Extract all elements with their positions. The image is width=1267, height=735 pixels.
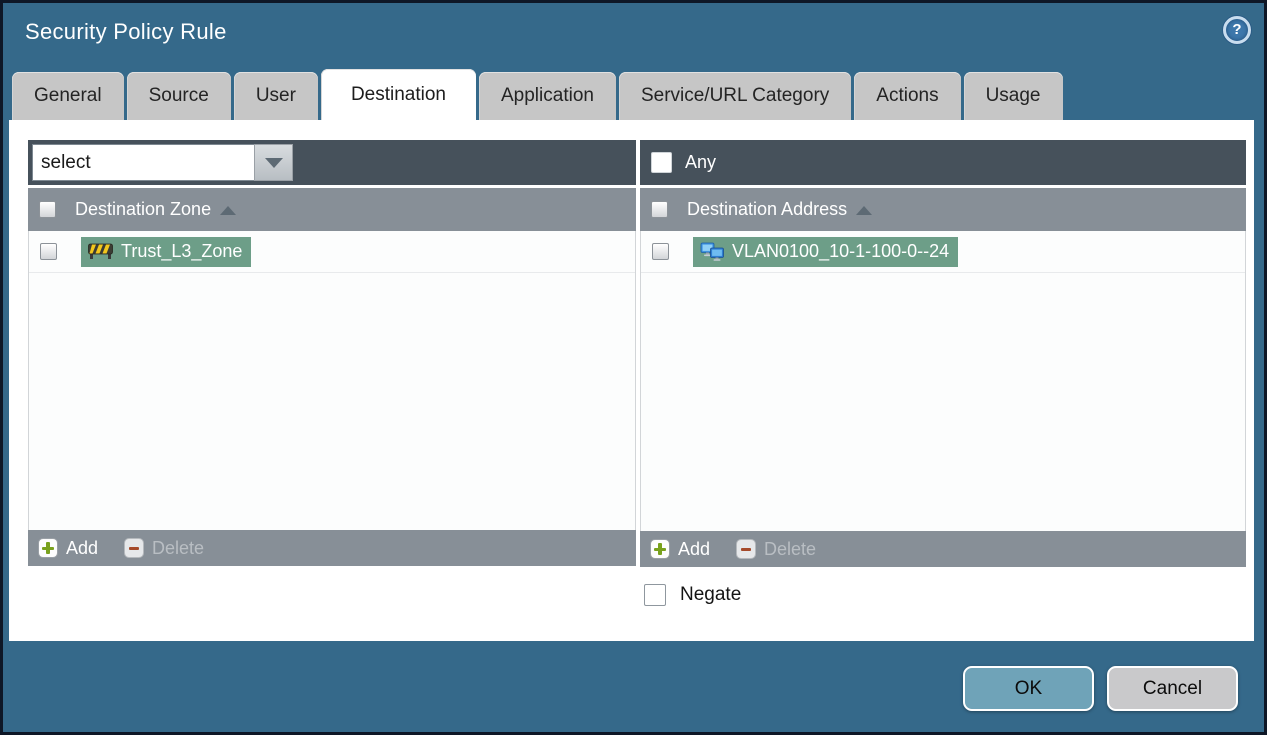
zone-item-label: Trust_L3_Zone (121, 240, 243, 261)
zone-delete-button[interactable]: Delete (124, 538, 204, 559)
tab-source[interactable]: Source (126, 72, 231, 120)
table-row: Trust_L3_Zone (29, 231, 635, 273)
address-item-label: VLAN0100_10-1-100-0--24 (732, 240, 950, 261)
zone-item-trust-l3-zone[interactable]: Trust_L3_Zone (81, 236, 252, 267)
plus-icon (38, 538, 58, 558)
tab-user[interactable]: User (233, 72, 318, 120)
minus-icon (736, 539, 757, 559)
negate-checkbox[interactable] (644, 584, 666, 606)
sort-ascending-icon[interactable] (856, 206, 873, 215)
address-column-header: Destination Address (640, 188, 1246, 231)
tab-application[interactable]: Application (479, 72, 616, 120)
address-add-button[interactable]: Add (650, 539, 710, 560)
zone-select-combo (32, 144, 293, 181)
zone-select-dropdown-button[interactable] (254, 144, 293, 181)
security-policy-rule-dialog: Security Policy Rule ? General Source Us… (0, 0, 1267, 735)
destination-address-panel: Any Destination Address VLAN0100_10-1-10… (640, 140, 1246, 567)
address-list: VLAN0100_10-1-100-0--24 (640, 231, 1246, 531)
tab-destination[interactable]: Destination (320, 69, 476, 120)
zone-select-all-checkbox[interactable] (39, 201, 56, 218)
address-select-all-checkbox[interactable] (651, 201, 668, 218)
zone-footer: Add Delete (28, 530, 636, 566)
tab-general[interactable]: General (12, 72, 124, 120)
zone-column-header: Destination Zone (28, 188, 636, 231)
address-delete-label: Delete (764, 538, 817, 559)
tab-content-destination: Destination Zone T (9, 120, 1254, 641)
destination-zone-panel: Destination Zone T (28, 140, 636, 566)
zone-select-input[interactable] (32, 144, 254, 181)
tab-usage[interactable]: Usage (963, 72, 1063, 120)
zone-delete-label: Delete (152, 537, 205, 558)
address-toolbar: Any (640, 140, 1246, 185)
zone-add-label: Add (66, 537, 99, 558)
zone-column-label[interactable]: Destination Zone (75, 199, 211, 220)
plus-icon (650, 539, 670, 559)
address-delete-button[interactable]: Delete (736, 539, 816, 560)
minus-icon (124, 538, 145, 558)
address-row-checkbox[interactable] (652, 243, 669, 260)
zone-row-checkbox[interactable] (40, 243, 57, 260)
negate-row: Negate (644, 584, 741, 606)
negate-label: Negate (680, 584, 742, 605)
any-row: Any (644, 152, 716, 173)
any-label: Any (685, 152, 717, 172)
zone-toolbar (28, 140, 636, 185)
chevron-down-icon (264, 157, 283, 168)
any-checkbox[interactable] (651, 152, 672, 173)
tab-actions[interactable]: Actions (854, 72, 961, 120)
address-footer: Add Delete (640, 531, 1246, 567)
address-column-label[interactable]: Destination Address (687, 199, 847, 220)
dialog-title: Security Policy Rule (25, 19, 227, 44)
sort-ascending-icon[interactable] (220, 206, 237, 215)
ok-button[interactable]: OK (963, 666, 1094, 711)
table-row: VLAN0100_10-1-100-0--24 (641, 231, 1245, 273)
tab-service-url-category[interactable]: Service/URL Category (618, 72, 852, 120)
tab-bar: General Source User Destination Applicat… (12, 69, 1063, 120)
network-icon (700, 242, 724, 261)
cancel-button[interactable]: Cancel (1107, 666, 1238, 711)
zone-add-button[interactable]: Add (38, 538, 98, 559)
help-icon[interactable]: ? (1223, 16, 1251, 44)
zone-list: Trust_L3_Zone (28, 231, 636, 530)
address-item-vlan0100[interactable]: VLAN0100_10-1-100-0--24 (693, 236, 959, 267)
zone-icon (88, 243, 113, 259)
address-add-label: Add (678, 538, 711, 559)
